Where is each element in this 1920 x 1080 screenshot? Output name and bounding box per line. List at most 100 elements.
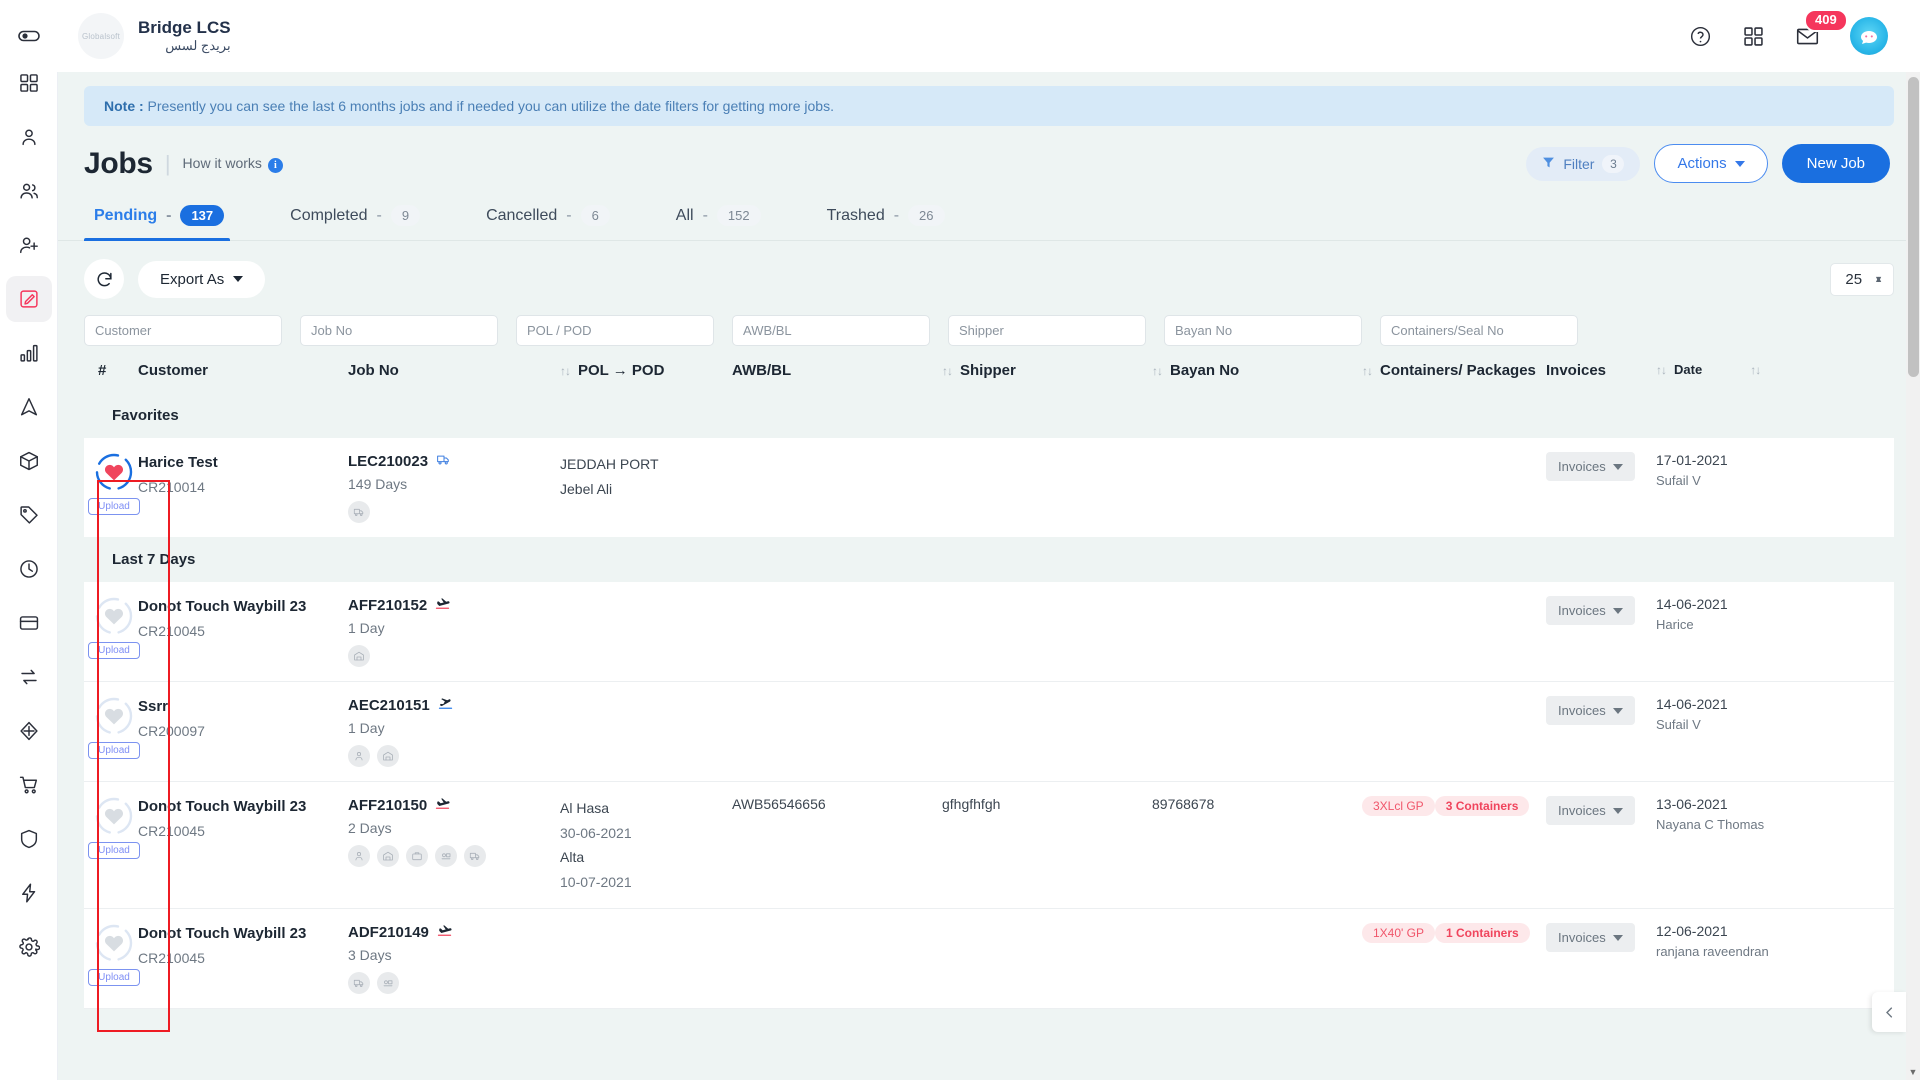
- stage-badge-warehouse[interactable]: [377, 745, 399, 767]
- sidebar-item-history[interactable]: [6, 546, 52, 592]
- upload-button[interactable]: Upload: [88, 498, 140, 515]
- sidebar-item-security[interactable]: [6, 816, 52, 862]
- customer-name[interactable]: Harice Test: [138, 452, 348, 475]
- tab-all[interactable]: All -152: [666, 195, 789, 240]
- stage-badge-customs[interactable]: [406, 845, 428, 867]
- stage-badge-person[interactable]: [348, 745, 370, 767]
- column-header-bayan-no[interactable]: ↑↓ Bayan No: [1152, 362, 1362, 379]
- column-header-containers[interactable]: ↑↓ Containers/ Packages: [1362, 362, 1546, 379]
- job-no[interactable]: LEC210023: [348, 452, 560, 471]
- info-icon[interactable]: i: [267, 157, 283, 173]
- export-as-button[interactable]: Export As: [138, 260, 266, 298]
- search-input-awb-bl[interactable]: [732, 315, 930, 346]
- sort-icon[interactable]: ↑↓: [942, 364, 953, 378]
- favorite-heart-icon[interactable]: [94, 923, 134, 963]
- favorite-heart-icon[interactable]: [94, 596, 134, 636]
- column-header-customer[interactable]: Customer: [138, 362, 348, 379]
- new-job-button[interactable]: New Job: [1781, 144, 1890, 183]
- table-row[interactable]: Upload Donot Touch Waybill 23 CR210045 ADF2…: [84, 909, 1894, 1009]
- favorite-heart-icon[interactable]: [94, 696, 134, 736]
- sidebar-toggle-icon[interactable]: [0, 0, 58, 72]
- invoices-dropdown-button[interactable]: Invoices: [1546, 796, 1635, 825]
- stage-badge-transit[interactable]: [377, 972, 399, 994]
- tab-completed[interactable]: Completed -9: [280, 195, 448, 240]
- sidebar-item-automation[interactable]: [6, 870, 52, 916]
- search-input-pol-pod[interactable]: [516, 315, 714, 346]
- how-it-works-link[interactable]: How it works i: [183, 155, 283, 173]
- sort-icon[interactable]: ↑↓: [1362, 364, 1373, 378]
- job-no[interactable]: AFF210150: [348, 796, 560, 815]
- actions-dropdown-button[interactable]: Actions: [1654, 144, 1768, 183]
- stage-badge-truck[interactable]: [348, 972, 370, 994]
- help-circle-icon[interactable]: [1689, 25, 1712, 48]
- invoices-dropdown-button[interactable]: Invoices: [1546, 596, 1635, 625]
- tab-cancelled[interactable]: Cancelled -6: [476, 195, 638, 240]
- filter-button[interactable]: Filter 3: [1526, 146, 1641, 181]
- search-input-shipper[interactable]: [948, 315, 1146, 346]
- table-row[interactable]: Upload Donot Touch Waybill 23 CR210045 AFF2…: [84, 782, 1894, 909]
- sort-icon[interactable]: ↑↓: [1152, 364, 1163, 378]
- search-input-containers-seal[interactable]: [1380, 315, 1578, 346]
- search-input-job-no[interactable]: [300, 315, 498, 346]
- refresh-icon[interactable]: [84, 259, 124, 299]
- sidebar-item-inventory[interactable]: [6, 708, 52, 754]
- customer-name[interactable]: Donot Touch Waybill 23: [138, 923, 348, 946]
- table-row[interactable]: Upload Donot Touch Waybill 23 CR210045 AFF2…: [84, 582, 1894, 682]
- stage-badge-warehouse[interactable]: [348, 645, 370, 667]
- sort-icon[interactable]: ↑↓: [1656, 363, 1667, 377]
- favorite-heart-icon[interactable]: [94, 796, 134, 836]
- sidebar-item-reports[interactable]: [6, 330, 52, 376]
- mail-icon[interactable]: 409: [1795, 8, 1848, 49]
- table-row[interactable]: Upload Harice Test CR210014 LEC210023 149 Da…: [84, 438, 1894, 537]
- sidebar-item-jobs[interactable]: [5, 276, 52, 322]
- customer-name[interactable]: Donot Touch Waybill 23: [138, 596, 348, 619]
- stage-badge-truck[interactable]: [464, 845, 486, 867]
- search-input-customer[interactable]: [84, 315, 282, 346]
- customer-name[interactable]: Ssrr: [138, 696, 348, 719]
- stage-badge-truck[interactable]: [348, 501, 370, 523]
- sidebar-item-transfers[interactable]: [6, 654, 52, 700]
- tab-pending[interactable]: Pending -137: [84, 195, 252, 241]
- stage-badge-transit[interactable]: [435, 845, 457, 867]
- sidebar-item-payments[interactable]: [6, 600, 52, 646]
- stage-badge-person[interactable]: [348, 845, 370, 867]
- scrollbar-thumb[interactable]: [1908, 77, 1919, 377]
- column-header-awb-bl[interactable]: AWB/BL: [732, 362, 942, 379]
- sidebar-item-customers[interactable]: [6, 114, 52, 160]
- invoices-dropdown-button[interactable]: Invoices: [1546, 923, 1635, 952]
- stage-badge-warehouse[interactable]: [377, 845, 399, 867]
- invoices-dropdown-button[interactable]: Invoices: [1546, 452, 1635, 481]
- job-no[interactable]: ADF210149: [348, 923, 560, 942]
- sort-icon[interactable]: ↑↓: [1750, 363, 1761, 377]
- invoices-dropdown-button[interactable]: Invoices: [1546, 696, 1635, 725]
- grid-apps-icon[interactable]: [1742, 25, 1765, 48]
- avatar[interactable]: [1850, 17, 1888, 55]
- sidebar-item-tracking[interactable]: [6, 384, 52, 430]
- scrollbar[interactable]: ▲ ▼: [1906, 72, 1920, 1080]
- page-size-select[interactable]: 25 ▲ ▼: [1830, 262, 1894, 296]
- upload-button[interactable]: Upload: [88, 742, 140, 759]
- customer-name[interactable]: Donot Touch Waybill 23: [138, 796, 348, 819]
- column-header-shipper[interactable]: ↑↓ Shipper: [942, 362, 1152, 379]
- upload-button[interactable]: Upload: [88, 642, 140, 659]
- sidebar-item-orders[interactable]: [6, 762, 52, 808]
- sidebar-item-settings[interactable]: [6, 924, 52, 970]
- column-header-job-no[interactable]: Job No: [348, 362, 560, 379]
- upload-button[interactable]: Upload: [88, 969, 140, 986]
- tab-trashed[interactable]: Trashed -26: [817, 195, 973, 240]
- sort-icon[interactable]: ↑↓: [560, 364, 571, 378]
- panel-collapse-toggle[interactable]: [1872, 992, 1906, 1032]
- upload-button[interactable]: Upload: [88, 842, 140, 859]
- sidebar-item-contacts[interactable]: [6, 168, 52, 214]
- search-input-bayan-no[interactable]: [1164, 315, 1362, 346]
- sidebar-item-packages[interactable]: [6, 438, 52, 484]
- column-header-date[interactable]: ↑↓ Date ↑↓: [1656, 362, 1786, 377]
- favorite-heart-icon[interactable]: [94, 452, 134, 492]
- sidebar-item-add-user[interactable]: [6, 222, 52, 268]
- column-header-pol-pod[interactable]: ↑↓ POL → POD: [560, 362, 732, 379]
- sidebar-item-pricing[interactable]: [6, 492, 52, 538]
- table-row[interactable]: Upload Ssrr CR200097 AEC210151 1 Day Invoices…: [84, 682, 1894, 782]
- job-no[interactable]: AFF210152: [348, 596, 560, 615]
- job-no[interactable]: AEC210151: [348, 696, 560, 715]
- scroll-down-arrow[interactable]: ▼: [1906, 1064, 1920, 1080]
